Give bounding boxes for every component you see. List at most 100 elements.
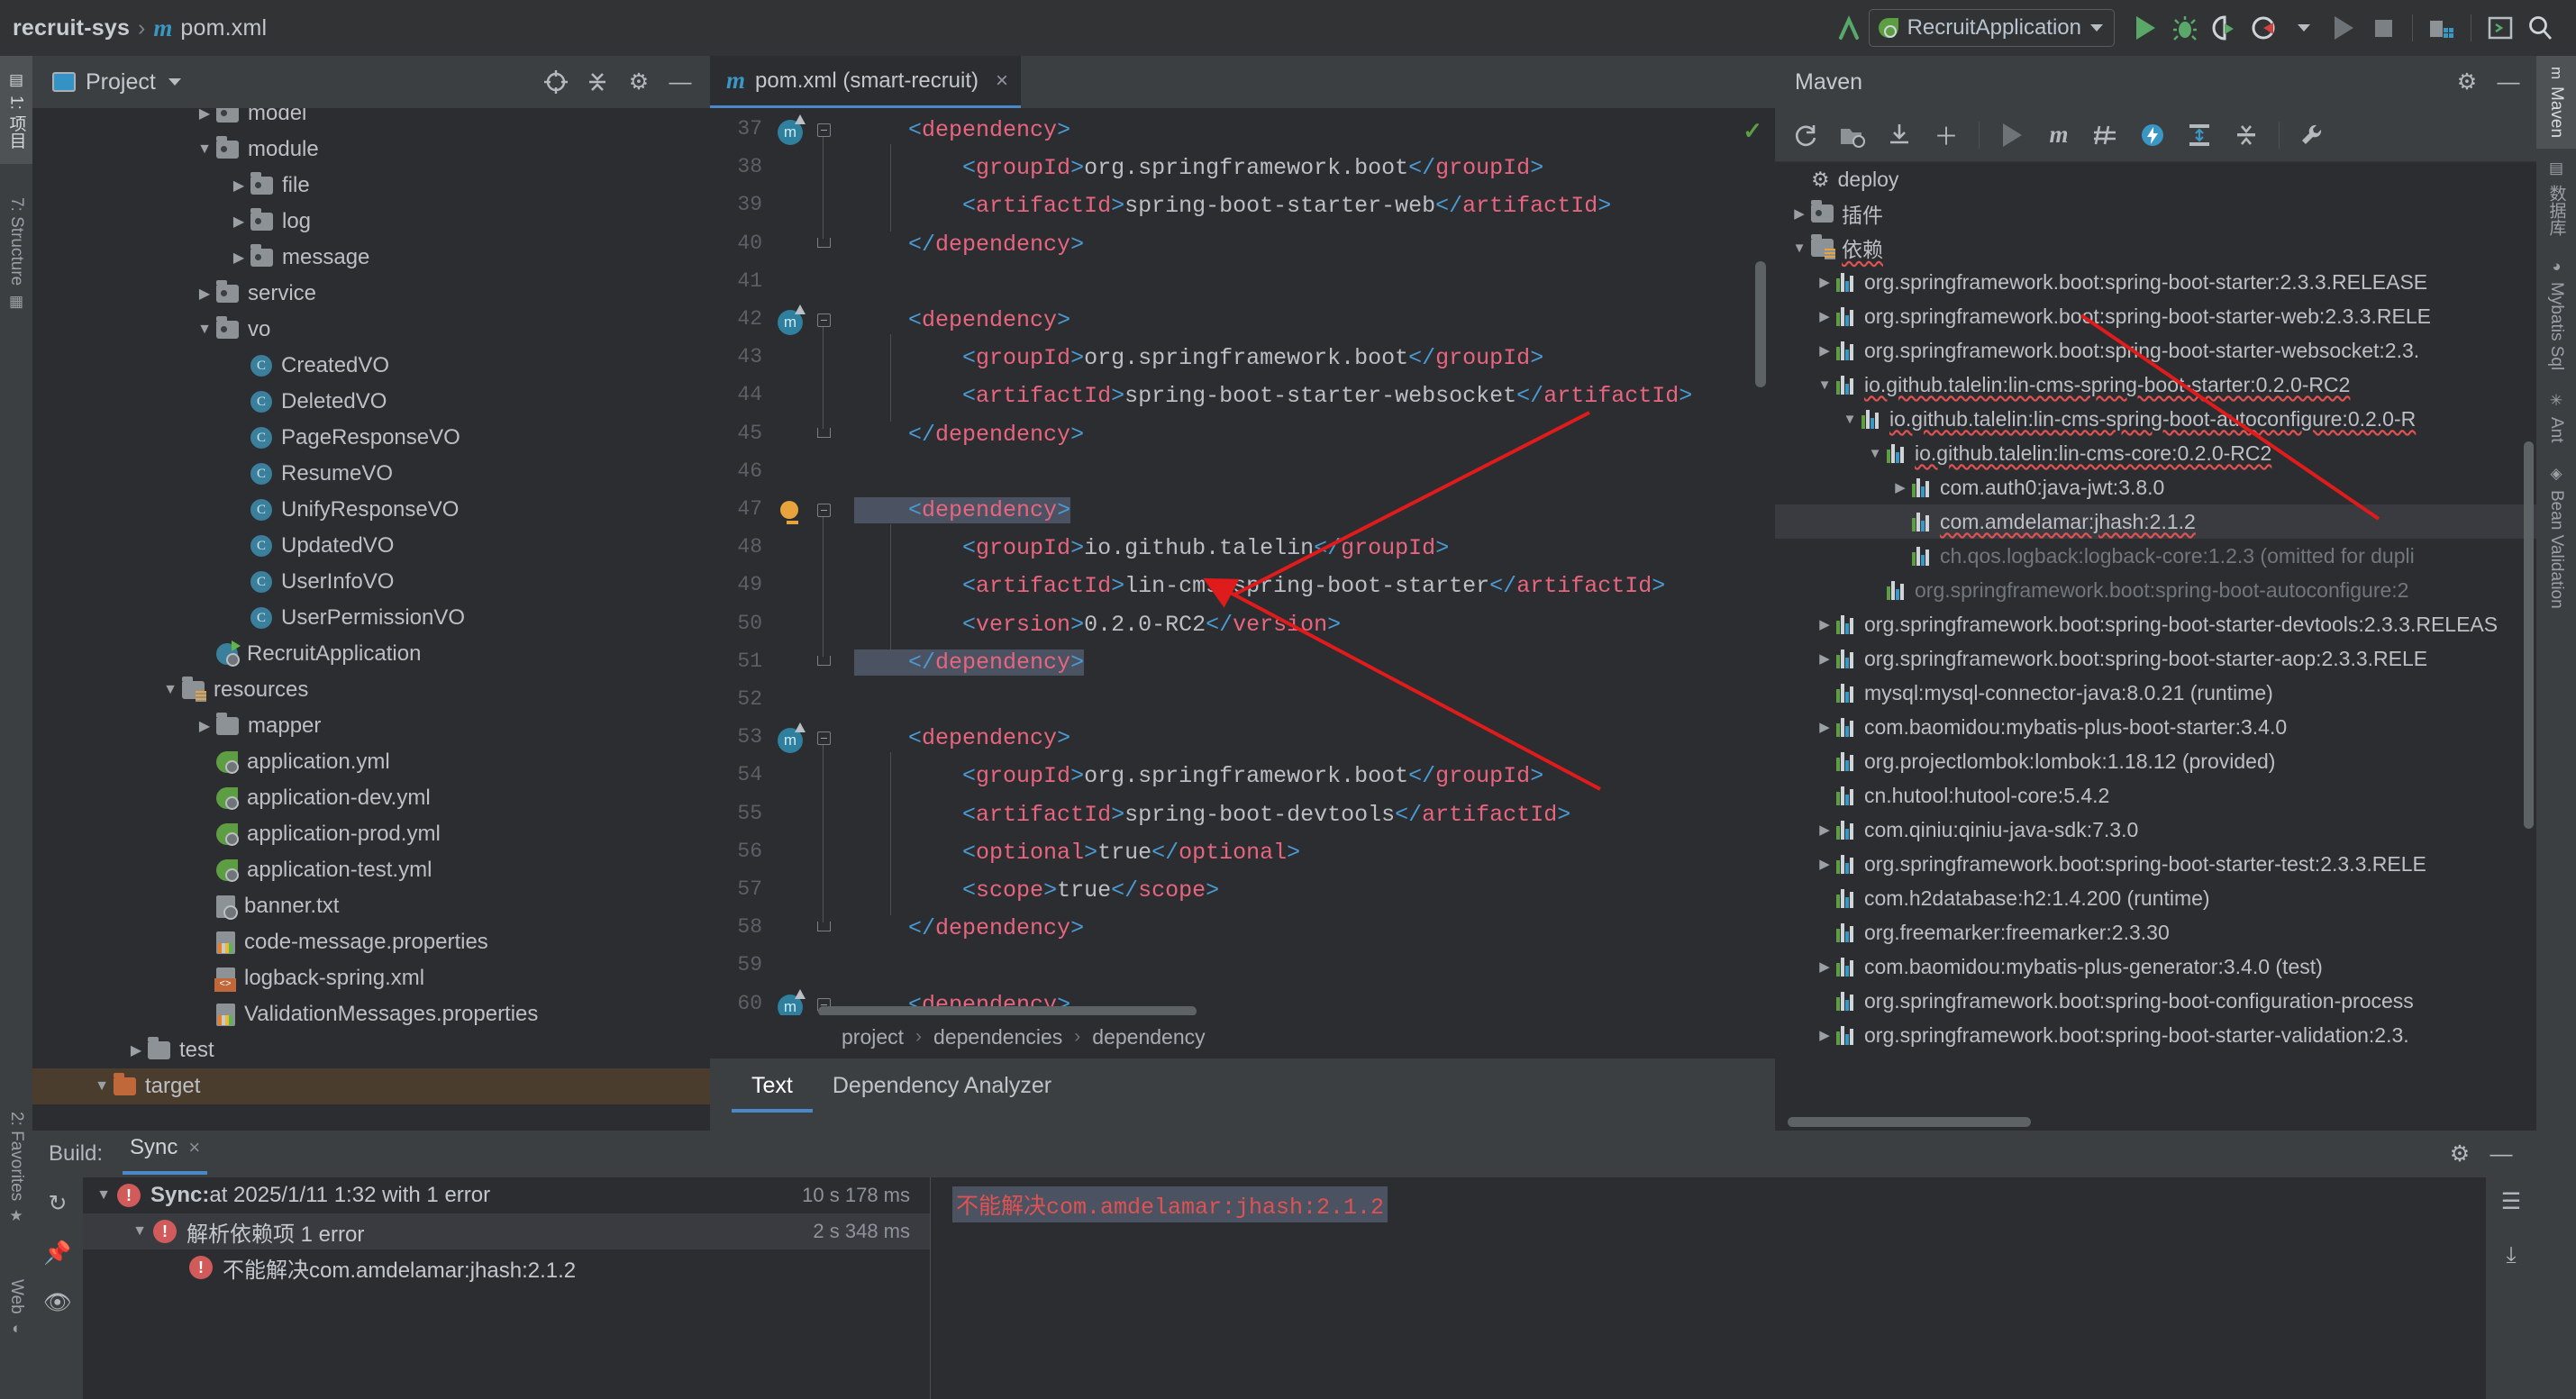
tree-item-pageresponsevo[interactable]: C PageResponseVO [32,420,710,456]
editor-vertical-scrollbar[interactable] [1755,261,1766,387]
tree-item-application-yml[interactable]: application.yml [32,744,710,780]
tree-item-updatedvo[interactable]: C UpdatedVO [32,528,710,564]
chevron-right-icon[interactable]: ▶ [227,213,250,231]
chevron-right-icon[interactable]: ▶ [193,717,216,735]
maven-tree-item[interactable]: ▶ org.springframework.boot:spring-boot-st… [1775,265,2536,299]
run-coverage-icon[interactable] [2205,7,2244,49]
tree-item-logback-spring-xml[interactable]: logback-spring.xml [32,960,710,996]
maven-horizontal-scrollbar[interactable] [1788,1117,2031,1127]
close-icon[interactable]: × [188,1136,200,1159]
chevron-right-icon[interactable]: ▶ [1813,856,1836,872]
tree-item-application-test-yml[interactable]: application-test.yml [32,852,710,888]
tab-sync[interactable]: Sync × [123,1133,208,1175]
breadcrumb-project[interactable]: recruit-sys [13,15,130,41]
code-line[interactable]: <artifactId>spring-boot-starter-web</art… [854,193,1611,219]
code-line[interactable]: <artifactId>lin-cms-spring-boot-starter<… [854,573,1665,599]
chevron-right-icon[interactable]: ▶ [193,285,216,303]
code-line[interactable]: <artifactId>spring-boot-devtools</artifa… [854,802,1570,828]
maven-vertical-scrollbar[interactable] [2524,441,2534,829]
maven-tree-item[interactable]: cn.hutool:hutool-core:5.4.2 [1775,778,2536,813]
close-icon[interactable]: × [996,68,1008,94]
maven-tree-item[interactable]: org.springframework.boot:spring-boot-con… [1775,984,2536,1018]
terminal-icon[interactable] [2480,7,2520,49]
project-structure-icon[interactable] [2422,7,2462,49]
tree-item-target[interactable]: ▼ target [32,1068,710,1104]
collapse-icon[interactable] [2223,112,2270,159]
maven-tree-item[interactable]: ▶ org.springframework.boot:spring-boot-st… [1775,641,2536,676]
locate-icon[interactable] [535,61,577,103]
maven-tree-item[interactable]: mysql:mysql-connector-java:8.0.21 (runti… [1775,676,2536,710]
maven-tree-item[interactable]: org.springframework.boot:spring-boot-aut… [1775,573,2536,607]
download-sources-icon[interactable] [1876,112,1923,159]
chevron-down-icon[interactable]: ▼ [126,1223,153,1240]
tree-item-module[interactable]: ▼ module [32,132,710,168]
code-line[interactable]: <dependency> [854,725,1070,751]
maven-tree-item[interactable]: org.freemarker:freemarker:2.3.30 [1775,915,2536,949]
tree-item-service[interactable]: ▶ service [32,276,710,312]
run-configuration-selector[interactable]: RecruitApplication [1868,9,2115,47]
sidebar-item-favorites[interactable]: 2: Favorites ★ [0,1087,32,1249]
editor-gutter[interactable]: 37 m 38 39 40 41 42 m 43 44 45 46 47 48 49 50 51 52 53 m 54 5… [710,108,854,1018]
tree-item-test[interactable]: ▶ test [32,1032,710,1068]
right-rail-item-mybatis-sql[interactable]: ◕ Mybatis Sql [2536,247,2576,381]
tab-pom-xml[interactable]: m pom.xml (smart-recruit) × [710,56,1022,108]
tree-item-vo[interactable]: ▼ vo [32,312,710,348]
tree-item-validationmessages-properties[interactable]: ValidationMessages.properties [32,996,710,1032]
chevron-right-icon[interactable]: ▶ [1813,958,1836,975]
tree-item-resources[interactable]: ▼ resources [32,672,710,708]
tree-item-resumevo[interactable]: C ResumeVO [32,456,710,492]
maven-tree-item[interactable]: ▼ io.github.talelin:lin-cms-core:0.2.0-RC… [1775,436,2536,470]
tree-item-message[interactable]: ▶ message [32,240,710,276]
code-line[interactable]: </dependency> [854,422,1084,448]
chevron-right-icon[interactable]: ▶ [227,249,250,267]
chevron-right-icon[interactable]: ▶ [1813,308,1836,324]
maven-tree-item[interactable]: org.projectlombok:lombok:1.18.12 (provid… [1775,744,2536,778]
chevron-right-icon[interactable]: ▶ [1813,616,1836,632]
tree-item-userpermissionvo[interactable]: C UserPermissionVO [32,600,710,636]
code-line[interactable]: <groupId>org.springframework.boot</group… [854,763,1543,789]
chevron-right-icon[interactable]: ▶ [1813,822,1836,838]
maven-tree-item[interactable]: ▶ org.springframework.boot:spring-boot-st… [1775,607,2536,641]
maven-tree-item[interactable]: ▶ com.auth0:java-jwt:3.8.0 [1775,470,2536,504]
chevron-down-icon[interactable]: ▼ [193,322,216,338]
sidebar-item-structure[interactable]: 7: Structure ▦ [0,173,32,335]
maven-m-icon[interactable]: m [2035,112,2082,159]
tree-item-recruitapplication[interactable]: RecruitApplication [32,636,710,672]
maven-tree-item[interactable]: ▶ 插件 [1775,196,2536,231]
chevron-down-icon[interactable]: ▼ [193,141,216,158]
tree-item-deletedvo[interactable]: C DeletedVO [32,384,710,420]
chevron-right-icon[interactable]: ▶ [193,108,216,123]
chevron-right-icon[interactable]: ▶ [1813,274,1836,290]
build-message-row[interactable]: ▼! Sync: at 2025/1/11 1:32 with 1 error 10… [83,1177,930,1213]
build-message-row[interactable]: ▼! 解析依赖项 1 error 2 s 348 ms [83,1213,930,1249]
tree-item-log[interactable]: ▶ log [32,204,710,240]
scroll-to-end-icon[interactable]: ⤓ [2506,1242,2516,1268]
hide-icon[interactable]: — [2480,1133,2522,1175]
fold-end-marker[interactable] [817,427,831,438]
rerun-icon[interactable]: ↻ [49,1190,68,1217]
tab-text[interactable]: Text [732,1058,813,1113]
expand-icon[interactable] [2176,112,2223,159]
pin-icon[interactable]: 📌 [43,1240,71,1267]
maven-dependency-gutter-icon[interactable]: m [778,722,806,754]
code-line[interactable]: <dependency> [854,307,1070,333]
tree-item-unifyresponsevo[interactable]: C UnifyResponseVO [32,492,710,528]
debug-icon[interactable] [2165,7,2205,49]
maven-tree-item[interactable]: ▶ org.springframework.boot:spring-boot-st… [1775,333,2536,368]
right-rail-item-maven[interactable]: m Maven [2536,56,2576,150]
fold-collapse-icon[interactable] [817,731,831,746]
chevron-down-icon[interactable]: ▼ [159,682,182,698]
profiler-icon[interactable] [2244,7,2284,49]
settings-gear-icon[interactable]: ⚙ [2439,1133,2480,1175]
eye-icon[interactable]: 👁 [43,1290,72,1316]
chevron-right-icon[interactable]: ▶ [1813,1027,1836,1043]
skip-tests-icon[interactable] [2082,112,2129,159]
chevron-right-icon[interactable]: ▶ [1813,342,1836,359]
code-line[interactable]: <scope>true</scope> [854,877,1219,904]
run-icon[interactable] [2125,7,2165,49]
tree-item-application-prod-yml[interactable]: application-prod.yml [32,816,710,852]
chevron-down-icon[interactable]: ▼ [90,1187,117,1204]
maven-dependency-tree[interactable]: ⚙ deploy ▶ 插件 ▼ 依赖 ▶ org.springframework.boot:s… [1775,162,2536,1131]
code-line[interactable]: </dependency> [854,649,1085,676]
chevron-right-icon[interactable]: ▶ [1788,205,1811,222]
